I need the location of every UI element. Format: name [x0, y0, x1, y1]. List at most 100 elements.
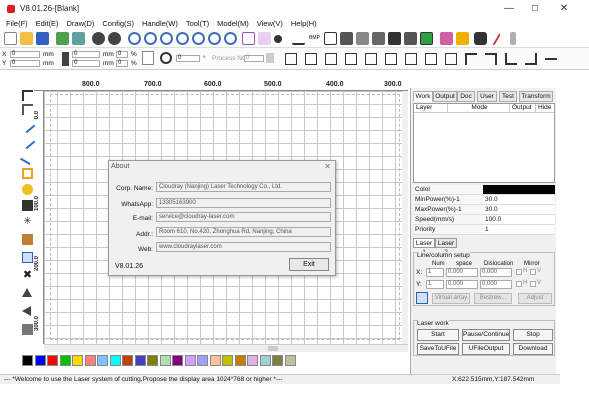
- width-input[interactable]: 0: [72, 51, 100, 58]
- ellipse-tool-icon[interactable]: [22, 184, 33, 195]
- y-space-input[interactable]: 0.000: [446, 280, 478, 289]
- color-icon[interactable]: [440, 32, 453, 45]
- group-icon[interactable]: [356, 32, 369, 45]
- tab-doc[interactable]: Doc: [457, 91, 475, 102]
- point-icon[interactable]: [274, 35, 282, 43]
- menu-file[interactable]: File(F): [6, 19, 28, 28]
- palette-swatch[interactable]: [109, 355, 121, 366]
- cut-line-icon[interactable]: [489, 31, 501, 46]
- palette-swatch[interactable]: [159, 355, 171, 366]
- minimize-button[interactable]: —: [498, 2, 520, 16]
- lock-ratio-icon[interactable]: [62, 52, 69, 66]
- tab-laser-2[interactable]: Laser 2: [435, 238, 457, 256]
- priority-value[interactable]: 1: [483, 225, 555, 234]
- palette-swatch[interactable]: [234, 355, 246, 366]
- corner-tr-icon[interactable]: [485, 53, 497, 65]
- palette-swatch[interactable]: [259, 355, 271, 366]
- redo-icon[interactable]: [108, 32, 121, 45]
- menu-view[interactable]: View(V): [257, 19, 283, 28]
- height-input[interactable]: 0: [72, 60, 100, 67]
- more-tools-icon[interactable]: [545, 58, 557, 60]
- save-icon[interactable]: [36, 32, 49, 45]
- undo-icon[interactable]: [92, 32, 105, 45]
- new-file-icon[interactable]: [4, 32, 17, 45]
- palette-swatch[interactable]: [197, 355, 208, 366]
- x-mirror-h-checkbox[interactable]: [516, 269, 522, 275]
- scroll-thumb[interactable]: [268, 346, 278, 351]
- palette-swatch[interactable]: [209, 355, 221, 366]
- palette-swatch[interactable]: [47, 355, 58, 366]
- stars-icon[interactable]: [456, 32, 469, 45]
- star-tool-icon[interactable]: ✳: [22, 216, 33, 227]
- bestrew-button[interactable]: Bestrew...: [474, 293, 512, 304]
- exit-button[interactable]: Exit: [289, 258, 329, 271]
- line-tool-icon[interactable]: [19, 117, 36, 134]
- tab-transform[interactable]: Transform: [519, 91, 553, 102]
- adjust-button[interactable]: Adjust: [518, 293, 552, 304]
- node-select-icon[interactable]: [22, 104, 33, 115]
- palette-swatch[interactable]: [59, 355, 71, 366]
- node-edit-icon[interactable]: [258, 32, 271, 45]
- rotate-icon[interactable]: [160, 52, 172, 64]
- palette-swatch[interactable]: [84, 355, 96, 366]
- w-scale-input[interactable]: 0: [116, 51, 128, 58]
- pan-icon[interactable]: [224, 32, 237, 45]
- angle-input[interactable]: 0: [176, 55, 200, 62]
- palette-swatch[interactable]: [247, 355, 258, 366]
- palette-swatch[interactable]: [22, 355, 33, 366]
- virtual-array-button[interactable]: Virtual array: [432, 293, 470, 304]
- palette-swatch[interactable]: [184, 355, 196, 366]
- palette-swatch[interactable]: [147, 355, 158, 366]
- align-right-icon[interactable]: [325, 53, 337, 65]
- palette-swatch[interactable]: [122, 355, 133, 366]
- tab-work[interactable]: Work: [413, 91, 433, 102]
- zoom-fit-icon[interactable]: [160, 32, 173, 45]
- polyline-tool-icon[interactable]: [19, 133, 36, 150]
- palette-swatch[interactable]: [134, 355, 146, 366]
- maxpower-value[interactable]: 30.0: [483, 205, 555, 214]
- laser-icon[interactable]: [388, 32, 401, 45]
- open-folder-icon[interactable]: [20, 32, 33, 45]
- tab-output[interactable]: Output: [433, 91, 457, 102]
- mirror-h-tool-icon[interactable]: [22, 306, 31, 316]
- palette-swatch[interactable]: [172, 355, 183, 366]
- menu-edit[interactable]: Edit(E): [36, 19, 59, 28]
- y-mirror-v-checkbox[interactable]: [530, 281, 536, 287]
- ufile-output-button[interactable]: UFileOutput: [462, 343, 510, 355]
- palette-swatch[interactable]: [272, 355, 283, 366]
- layer-table[interactable]: Layer Mode Output Hide: [413, 103, 555, 183]
- select-rect-icon[interactable]: [242, 32, 255, 45]
- align-center-icon[interactable]: [305, 53, 317, 65]
- color-swatch[interactable]: [483, 185, 555, 194]
- x-disloc-input[interactable]: 0.000: [480, 268, 512, 277]
- ungroup-icon[interactable]: [372, 32, 385, 45]
- menu-config[interactable]: Config(S): [102, 19, 134, 28]
- menu-tool[interactable]: Tool(T): [186, 19, 209, 28]
- tab-user[interactable]: User: [477, 91, 497, 102]
- zoom-select-icon[interactable]: [176, 32, 189, 45]
- zoom-page-icon[interactable]: [192, 32, 205, 45]
- minpower-value[interactable]: 30.0: [483, 195, 555, 204]
- stop-button[interactable]: Stop: [513, 329, 553, 341]
- y-position-input[interactable]: 0: [10, 60, 40, 67]
- align-left-icon[interactable]: [285, 53, 297, 65]
- align-vcenter-icon[interactable]: [365, 53, 377, 65]
- curve-icon[interactable]: [292, 32, 305, 45]
- bitmap-tool-icon[interactable]: [22, 234, 33, 245]
- align-top-icon[interactable]: [345, 53, 357, 65]
- y-mirror-h-checkbox[interactable]: [516, 281, 522, 287]
- bmp-icon[interactable]: BMP: [308, 32, 321, 45]
- menu-help[interactable]: Help(H): [291, 19, 317, 28]
- process-no-input[interactable]: 0: [244, 55, 264, 62]
- rect-tool-icon[interactable]: [22, 168, 33, 179]
- palette-swatch[interactable]: [72, 355, 83, 366]
- monitor-icon[interactable]: [420, 32, 433, 45]
- y-disloc-input[interactable]: 0.000: [480, 280, 512, 289]
- h-scale-input[interactable]: 0: [116, 60, 128, 67]
- process-spin-icon[interactable]: [266, 53, 274, 63]
- palette-swatch[interactable]: [97, 355, 108, 366]
- x-num-input[interactable]: 1: [426, 268, 444, 277]
- vertical-scrollbar[interactable]: [402, 91, 408, 344]
- same-height-icon[interactable]: [425, 53, 437, 65]
- start-button[interactable]: Start: [417, 329, 459, 341]
